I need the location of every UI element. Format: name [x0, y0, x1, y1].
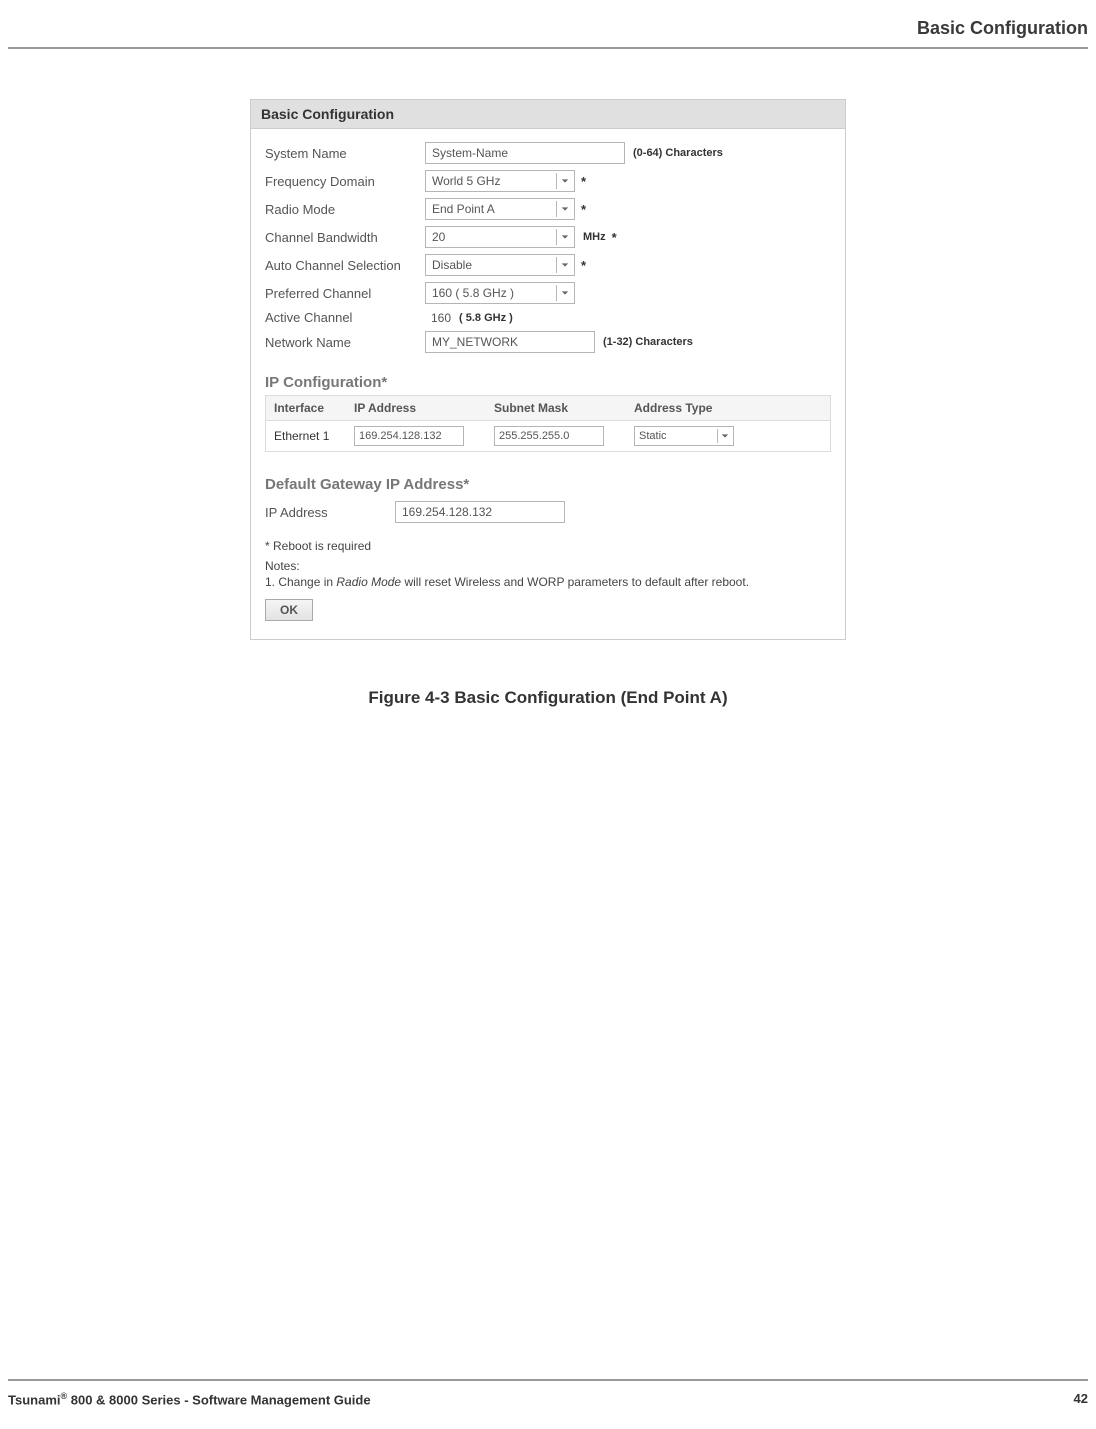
note-line-1: 1. Change in Radio Mode will reset Wirel… — [265, 575, 831, 589]
chevron-down-icon — [556, 173, 572, 189]
note-1-suffix: will reset Wireless and WORP parameters … — [401, 575, 749, 589]
label-channel-bandwidth: Channel Bandwidth — [265, 230, 425, 245]
chevron-down-icon — [717, 429, 731, 443]
row-radio-mode: Radio Mode End Point A * — [265, 195, 831, 223]
cell-interface: Ethernet 1 — [266, 424, 346, 448]
star-icon: * — [581, 258, 586, 273]
label-system-name: System Name — [265, 146, 425, 161]
select-address-type[interactable]: Static — [634, 426, 734, 446]
notes-title: Notes: — [265, 559, 831, 573]
label-frequency-domain: Frequency Domain — [265, 174, 425, 189]
page-header: Basic Configuration — [0, 0, 1096, 47]
suffix-system-name: (0-64) Characters — [633, 147, 723, 159]
ip-config-header: Interface IP Address Subnet Mask Address… — [266, 396, 830, 421]
select-radio-mode-value: End Point A — [432, 202, 556, 216]
ip-config-row: Ethernet 1 Static — [266, 421, 830, 451]
star-icon: * — [612, 230, 617, 245]
figure-caption: Figure 4-3 Basic Configuration (End Poin… — [0, 688, 1096, 708]
row-auto-channel: Auto Channel Selection Disable * — [265, 251, 831, 279]
unit-mhz: MHz — [583, 231, 606, 243]
label-gateway-ip: IP Address — [265, 505, 395, 520]
select-preferred-channel[interactable]: 160 ( 5.8 GHz ) — [425, 282, 575, 304]
label-radio-mode: Radio Mode — [265, 202, 425, 217]
input-gateway-ip[interactable] — [395, 501, 565, 523]
label-active-channel: Active Channel — [265, 310, 425, 325]
page-number: 42 — [1074, 1391, 1088, 1407]
value-active-channel: 160 — [425, 311, 451, 325]
footer-left: Tsunami® 800 & 8000 Series - Software Ma… — [8, 1391, 371, 1407]
page-footer: Tsunami® 800 & 8000 Series - Software Ma… — [8, 1379, 1088, 1407]
input-network-name[interactable] — [425, 331, 595, 353]
col-subnet-mask: Subnet Mask — [486, 396, 626, 420]
chevron-down-icon — [556, 285, 572, 301]
select-auto-channel-value: Disable — [432, 258, 556, 272]
row-active-channel: Active Channel 160 ( 5.8 GHz ) — [265, 307, 831, 328]
select-frequency-domain-value: World 5 GHz — [432, 174, 556, 188]
row-system-name: System Name (0-64) Characters — [265, 139, 831, 167]
ok-button[interactable]: OK — [265, 599, 313, 621]
row-frequency-domain: Frequency Domain World 5 GHz * — [265, 167, 831, 195]
star-icon: * — [581, 174, 586, 189]
label-preferred-channel: Preferred Channel — [265, 286, 425, 301]
gateway-title: Default Gateway IP Address* — [251, 458, 845, 497]
footer-divider — [8, 1379, 1088, 1381]
gateway-row: IP Address — [251, 497, 845, 531]
note-1-italic: Radio Mode — [336, 575, 401, 589]
chevron-down-icon — [556, 257, 572, 273]
col-interface: Interface — [266, 396, 346, 420]
chevron-down-icon — [556, 229, 572, 245]
row-preferred-channel: Preferred Channel 160 ( 5.8 GHz ) — [265, 279, 831, 307]
col-address-type: Address Type — [626, 396, 736, 420]
select-channel-bandwidth-value: 20 — [432, 230, 556, 244]
select-auto-channel[interactable]: Disable — [425, 254, 575, 276]
input-system-name[interactable] — [425, 142, 625, 164]
select-radio-mode[interactable]: End Point A — [425, 198, 575, 220]
panel-title: Basic Configuration — [251, 100, 845, 129]
config-panel: Basic Configuration System Name (0-64) C… — [250, 99, 846, 640]
basic-fields-section: System Name (0-64) Characters Frequency … — [251, 129, 845, 364]
input-subnet-mask[interactable] — [494, 426, 604, 446]
ip-config-title: IP Configuration* — [251, 364, 845, 395]
row-network-name: Network Name (1-32) Characters — [265, 328, 831, 356]
star-icon: * — [581, 202, 586, 217]
select-address-type-value: Static — [639, 430, 667, 442]
row-channel-bandwidth: Channel Bandwidth 20 MHz * — [265, 223, 831, 251]
input-ip-address[interactable] — [354, 426, 464, 446]
header-divider — [8, 47, 1088, 49]
label-network-name: Network Name — [265, 335, 425, 350]
notes-section: * Reboot is required Notes: 1. Change in… — [251, 531, 845, 639]
footer-brand: Tsunami — [8, 1392, 61, 1407]
footer-title: 800 & 8000 Series - Software Management … — [67, 1392, 370, 1407]
reboot-note: * Reboot is required — [265, 539, 831, 553]
col-ip-address: IP Address — [346, 396, 486, 420]
suffix-network-name: (1-32) Characters — [603, 336, 693, 348]
chevron-down-icon — [556, 201, 572, 217]
select-preferred-channel-value: 160 ( 5.8 GHz ) — [432, 286, 556, 300]
select-channel-bandwidth[interactable]: 20 — [425, 226, 575, 248]
value-active-channel-freq: ( 5.8 GHz ) — [459, 312, 513, 324]
label-auto-channel: Auto Channel Selection — [265, 258, 425, 273]
note-1-prefix: 1. Change in — [265, 575, 336, 589]
select-frequency-domain[interactable]: World 5 GHz — [425, 170, 575, 192]
ip-config-table: Interface IP Address Subnet Mask Address… — [265, 395, 831, 452]
